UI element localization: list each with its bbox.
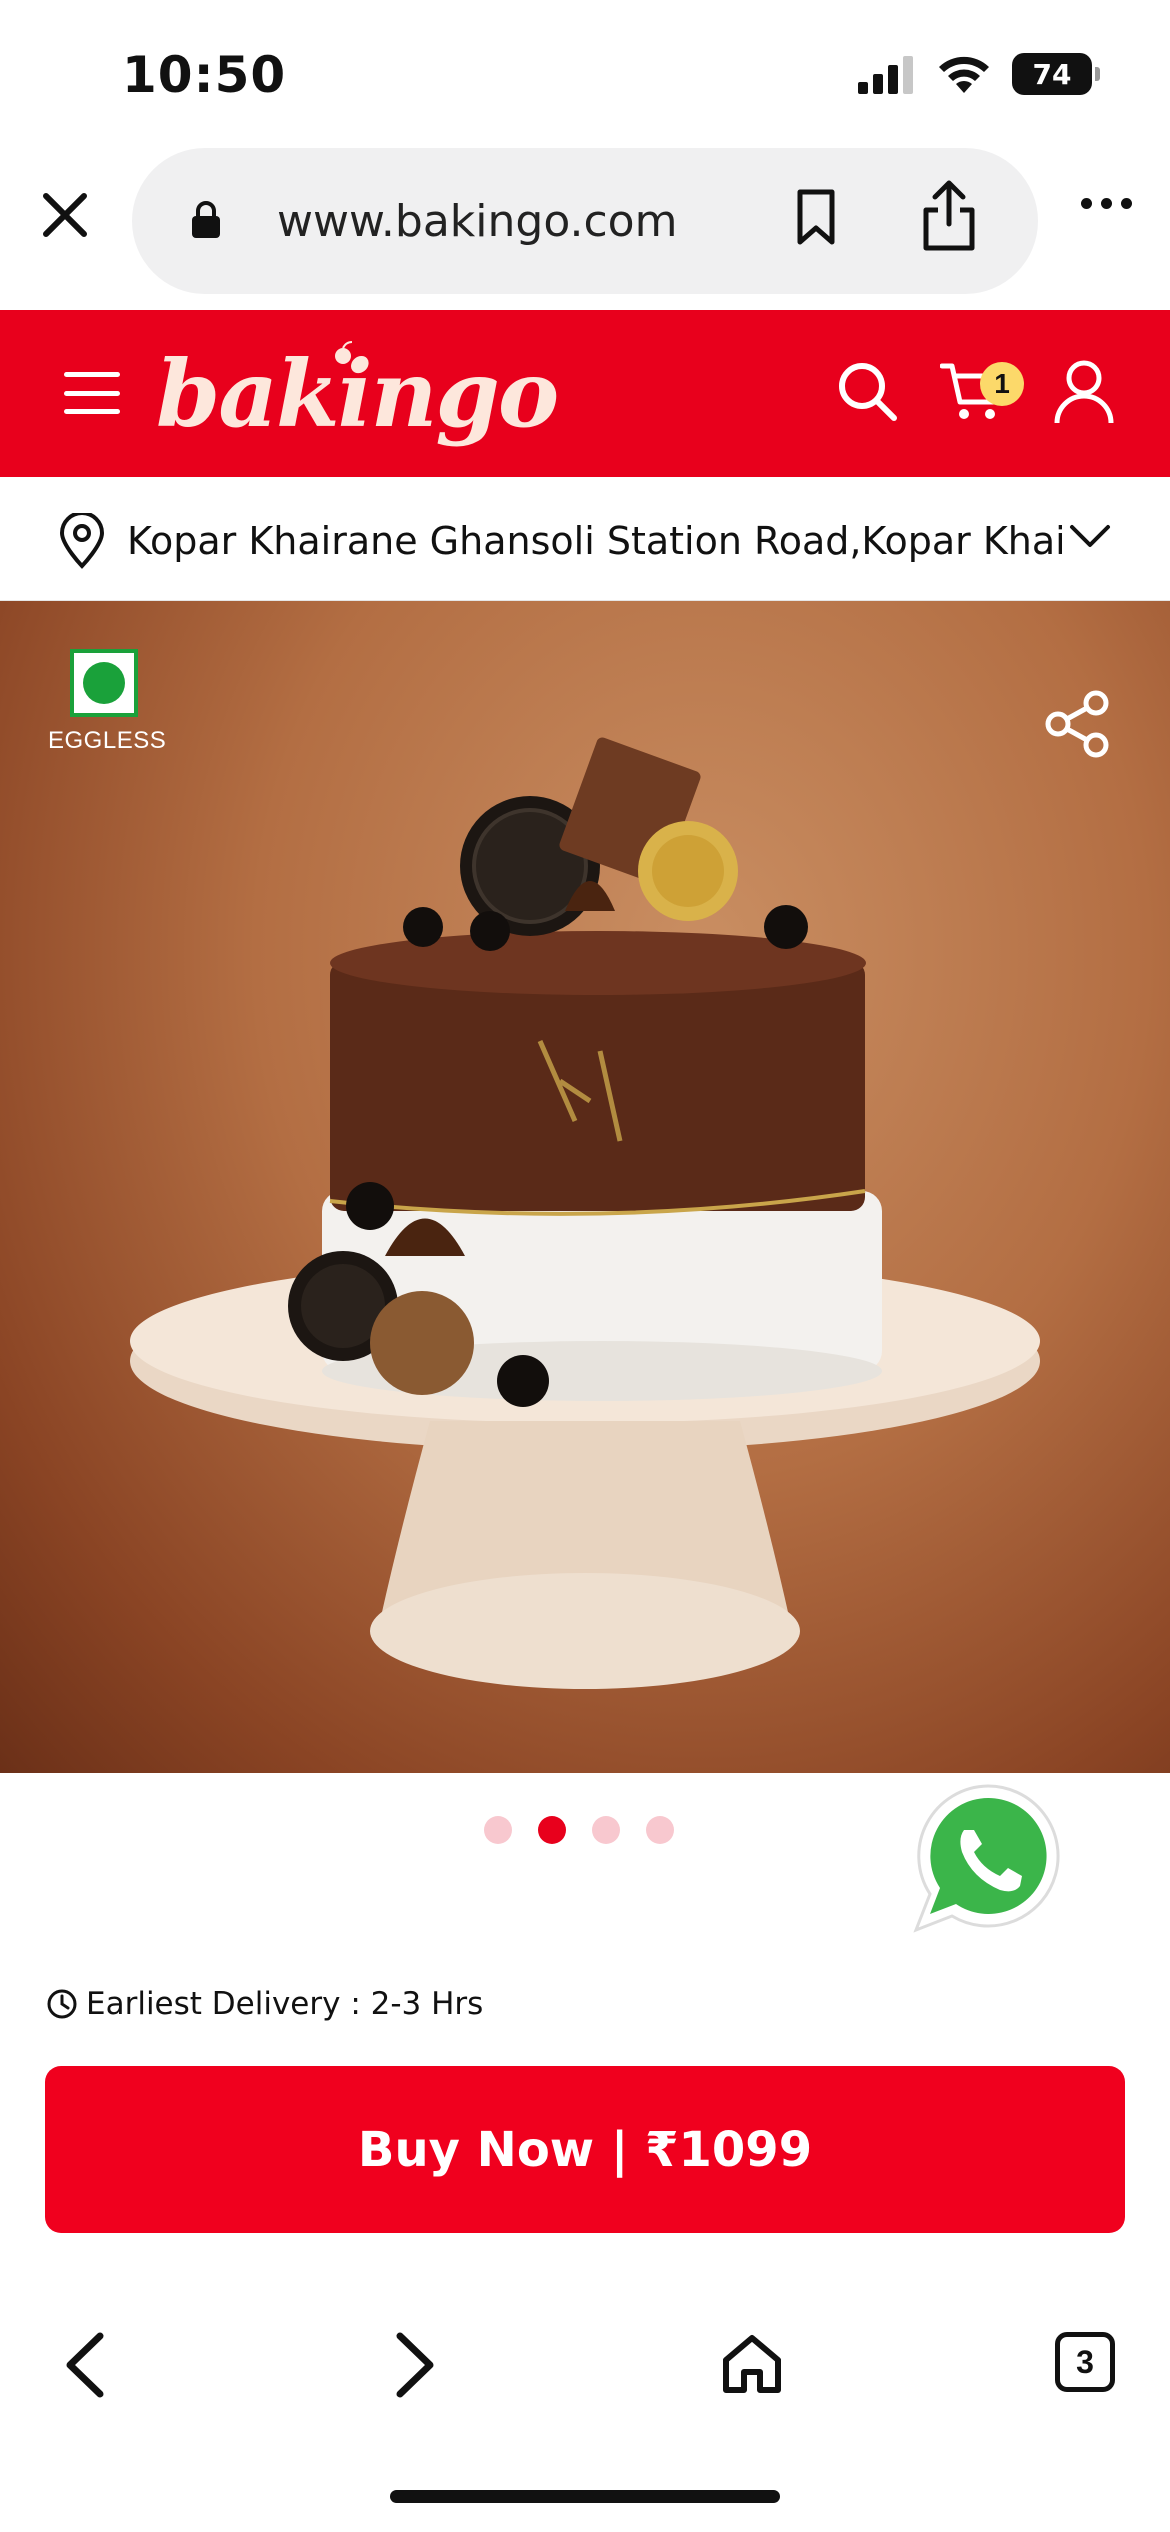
carousel-dot[interactable] bbox=[592, 1816, 620, 1844]
chevron-down-icon bbox=[1070, 525, 1110, 547]
carousel-dot[interactable] bbox=[646, 1816, 674, 1844]
url-text: www.bakingo.com bbox=[277, 196, 678, 247]
forward-icon[interactable] bbox=[390, 2330, 440, 2400]
cherry-icon bbox=[335, 341, 353, 364]
cart-count-badge: 1 bbox=[980, 362, 1024, 406]
carousel-dot-active[interactable] bbox=[538, 1816, 566, 1844]
tabs-button[interactable]: 3 bbox=[1055, 2332, 1115, 2392]
buy-now-button[interactable]: Buy Now | ₹1099 bbox=[45, 2066, 1125, 2233]
carousel-dots bbox=[484, 1816, 674, 1844]
wifi-icon bbox=[939, 56, 989, 93]
cake-photo bbox=[130, 737, 1040, 1689]
eggless-badge: EGGLESS bbox=[48, 649, 167, 755]
url-field[interactable]: www.bakingo.com bbox=[132, 148, 1038, 294]
browser-bottom-toolbar: 3 bbox=[0, 2280, 1170, 2450]
battery-icon: 74 bbox=[1012, 53, 1100, 95]
close-icon bbox=[43, 193, 87, 237]
veg-mark-icon bbox=[70, 649, 138, 717]
location-address: Kopar Khairane Ghansoli Station Road,Kop… bbox=[127, 519, 1062, 563]
earliest-delivery: Earliest Delivery : 2-3 Hrs bbox=[46, 1986, 483, 2022]
home-icon[interactable] bbox=[720, 2332, 784, 2396]
status-icons: 74 bbox=[858, 50, 1100, 98]
home-indicator bbox=[390, 2490, 780, 2503]
back-icon[interactable] bbox=[60, 2330, 110, 2400]
menu-icon[interactable] bbox=[64, 372, 120, 414]
share-icon[interactable] bbox=[1044, 689, 1112, 759]
whatsapp-icon[interactable] bbox=[908, 1778, 1068, 1938]
location-pin-icon bbox=[59, 513, 105, 569]
status-time: 10:50 bbox=[122, 46, 287, 104]
bakingo-logo[interactable]: bakingo bbox=[156, 340, 559, 448]
search-icon[interactable] bbox=[836, 360, 900, 424]
delivery-location-selector[interactable]: Kopar Khairane Ghansoli Station Road,Kop… bbox=[0, 477, 1170, 601]
user-icon[interactable] bbox=[1052, 358, 1116, 426]
site-header: bakingo 1 bbox=[0, 310, 1170, 477]
lock-icon bbox=[192, 201, 220, 238]
signal-icon bbox=[858, 56, 913, 94]
share-icon[interactable] bbox=[920, 178, 978, 254]
delivery-text: Earliest Delivery : 2-3 Hrs bbox=[86, 1986, 484, 2022]
status-bar: 10:50 74 bbox=[0, 0, 1170, 140]
eggless-label: EGGLESS bbox=[48, 727, 167, 754]
bookmark-icon[interactable] bbox=[794, 188, 838, 246]
close-button[interactable] bbox=[30, 180, 100, 250]
more-button[interactable] bbox=[1081, 198, 1132, 209]
product-image[interactable]: EGGLESS bbox=[0, 601, 1170, 1773]
browser-address-bar: www.bakingo.com bbox=[0, 140, 1170, 310]
clock-icon bbox=[47, 1989, 77, 2019]
more-icon bbox=[1081, 198, 1092, 209]
carousel-dot[interactable] bbox=[484, 1816, 512, 1844]
